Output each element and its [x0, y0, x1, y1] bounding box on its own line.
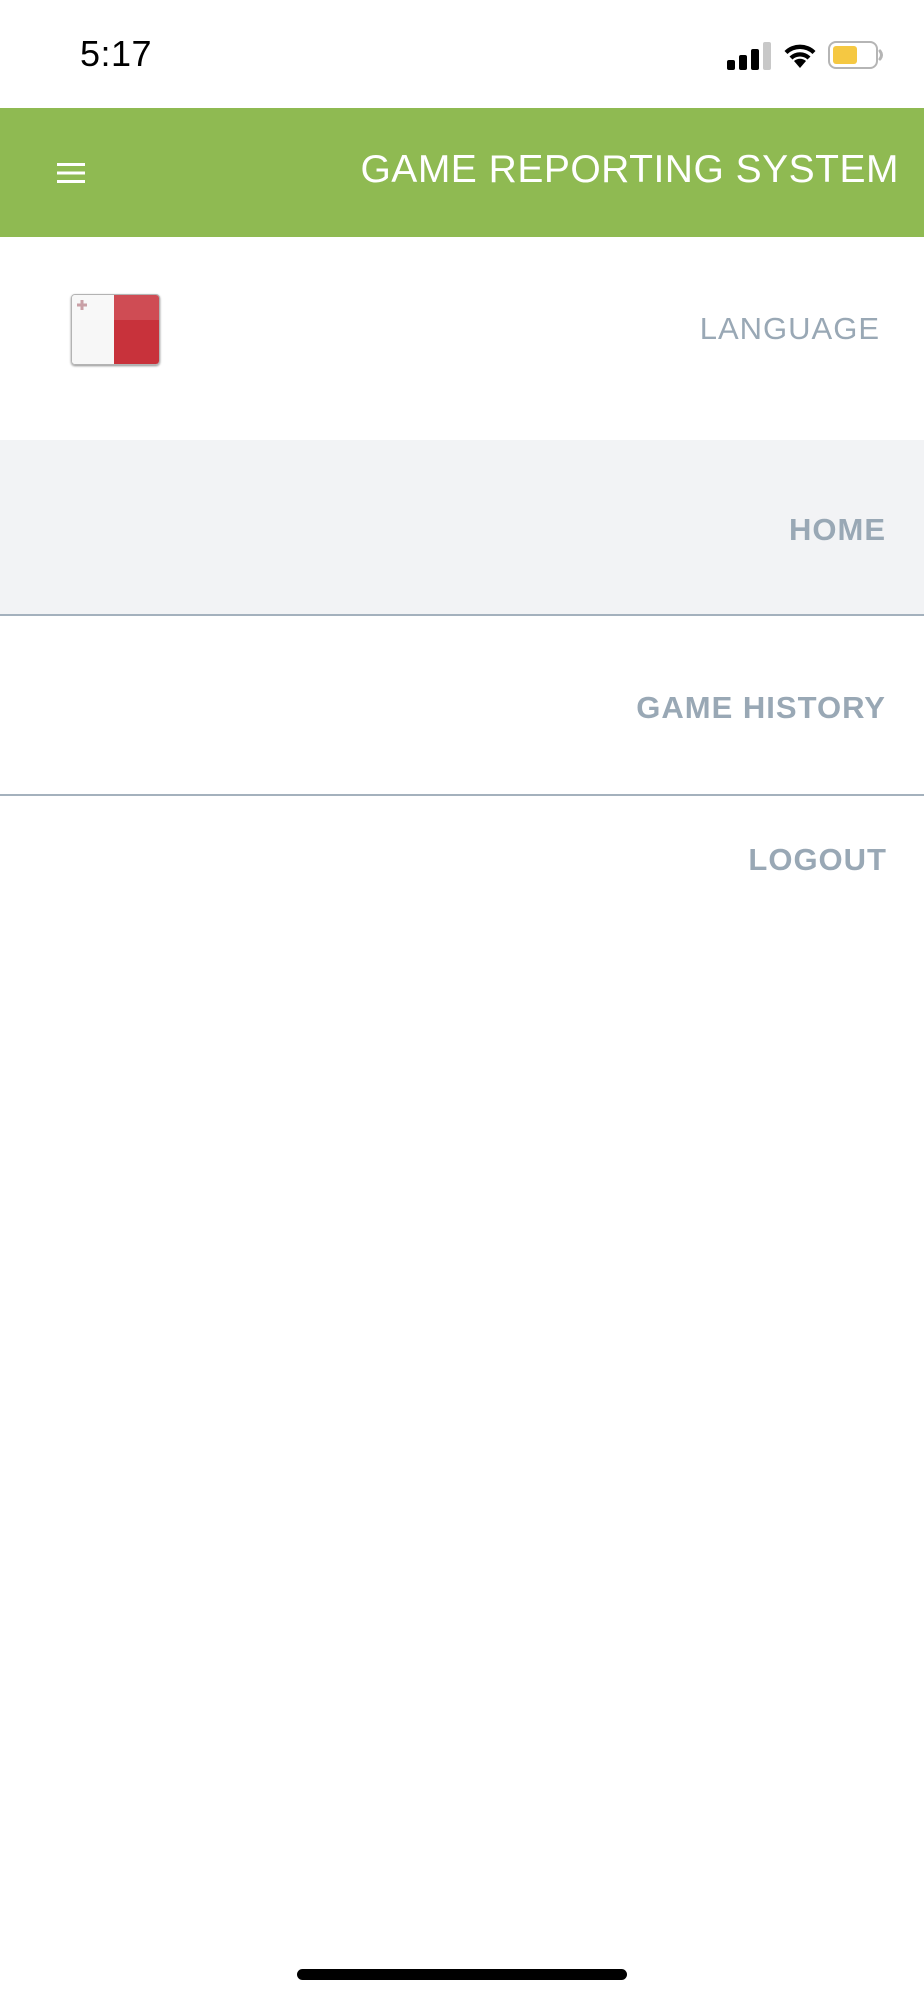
- battery-icon: [828, 41, 884, 69]
- language-label[interactable]: LANGUAGE: [700, 311, 880, 347]
- status-time: 5:17: [80, 33, 153, 74]
- status-bar: 5:17: [0, 0, 924, 108]
- malta-flag-icon[interactable]: [71, 294, 160, 365]
- cellular-signal-icon: [727, 42, 771, 70]
- nav-item-label: HOME: [789, 512, 886, 547]
- app-screen: 5:17 GAME REPORTING SYSTEM LANGUAGE HOME…: [0, 0, 924, 2000]
- nav-item-label: LOGOUT: [748, 842, 887, 877]
- app-title: GAME REPORTING SYSTEM: [360, 148, 899, 191]
- hamburger-menu-icon[interactable]: [46, 148, 96, 198]
- nav-item-game-history[interactable]: GAME HISTORY: [0, 618, 924, 796]
- home-indicator[interactable]: [297, 1969, 627, 1980]
- nav-item-logout[interactable]: LOGOUT: [0, 798, 924, 918]
- app-header: GAME REPORTING SYSTEM: [0, 108, 924, 237]
- language-selector[interactable]: LANGUAGE: [0, 237, 924, 440]
- nav-item-home[interactable]: HOME: [0, 440, 924, 616]
- wifi-icon: [782, 40, 818, 70]
- nav-item-label: GAME HISTORY: [636, 690, 886, 725]
